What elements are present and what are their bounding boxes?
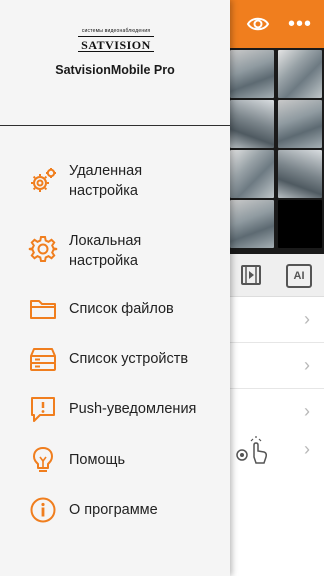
background-toolbar: AI xyxy=(230,254,324,297)
menu-item-help[interactable]: Помощь xyxy=(0,438,230,484)
background-top-bar: ••• xyxy=(230,0,324,48)
notification-icon xyxy=(31,397,55,422)
menu-item-about[interactable]: О программе xyxy=(0,488,230,534)
camera-tile[interactable] xyxy=(230,150,274,198)
gear-icon xyxy=(28,236,58,262)
background-list-row[interactable]: › xyxy=(230,297,324,343)
camera-tile[interactable] xyxy=(230,50,274,98)
camera-tile[interactable] xyxy=(230,100,274,148)
menu-label-local-settings-line2: настройка xyxy=(69,253,138,269)
menu-item-device-list[interactable]: Список устройств xyxy=(0,337,230,383)
menu-label-push-notifications: Push-уведомления xyxy=(69,401,197,417)
eye-icon[interactable] xyxy=(246,13,270,35)
video-playback-icon[interactable] xyxy=(240,264,262,286)
menu-label-local-settings-line1: Локальная xyxy=(69,233,142,249)
device-list-icon xyxy=(30,348,56,371)
chevron-right-icon: › xyxy=(304,309,310,329)
more-options-icon[interactable]: ••• xyxy=(288,13,312,35)
chevron-right-icon: › xyxy=(304,355,310,375)
menu-label-remote-settings-line2: настройка xyxy=(69,183,138,199)
camera-tile[interactable] xyxy=(278,100,322,148)
camera-tile[interactable] xyxy=(278,150,322,198)
drawer-header: системы видеонаблюдения SATVISION Satvis… xyxy=(0,0,230,126)
menu-label-help: Помощь xyxy=(69,452,126,468)
satvision-logo: системы видеонаблюдения SATVISION xyxy=(78,28,154,56)
menu-label-remote-settings-line1: Удаленная xyxy=(69,163,143,179)
logo-brand-mark: SATVISION xyxy=(78,36,154,52)
folder-icon xyxy=(30,300,56,319)
menu-item-push-notifications[interactable]: Push-уведомления xyxy=(0,387,230,433)
svg-text:SATVISION: SATVISION xyxy=(81,38,151,52)
ai-button[interactable]: AI xyxy=(286,264,312,288)
camera-tile[interactable] xyxy=(230,200,274,248)
gear-remote-icon xyxy=(31,168,56,192)
chevron-right-icon: › xyxy=(304,439,310,459)
navigation-drawer: системы видеонаблюдения SATVISION Satvis… xyxy=(0,0,230,576)
chevron-right-icon: › xyxy=(304,401,310,421)
lightbulb-icon xyxy=(33,447,53,472)
camera-grid xyxy=(230,48,324,254)
app-name: SatvisionMobile Pro xyxy=(55,63,175,77)
camera-tile[interactable] xyxy=(278,50,322,98)
info-icon xyxy=(30,497,56,523)
menu-label-device-list: Список устройств xyxy=(69,351,189,367)
menu-item-local-settings[interactable]: Локальная настройка xyxy=(0,228,230,274)
background-list-row[interactable]: › xyxy=(230,343,324,389)
menu-item-remote-settings[interactable]: Удаленная настройка xyxy=(0,158,230,204)
background-list-row[interactable]: › xyxy=(230,427,324,472)
camera-tile-empty[interactable] xyxy=(278,200,322,248)
menu-label-about: О программе xyxy=(69,502,158,518)
gear-touch-icon xyxy=(236,436,267,464)
menu-label-file-list: Список файлов xyxy=(69,301,174,317)
menu-item-file-list[interactable]: Список файлов xyxy=(0,287,230,333)
